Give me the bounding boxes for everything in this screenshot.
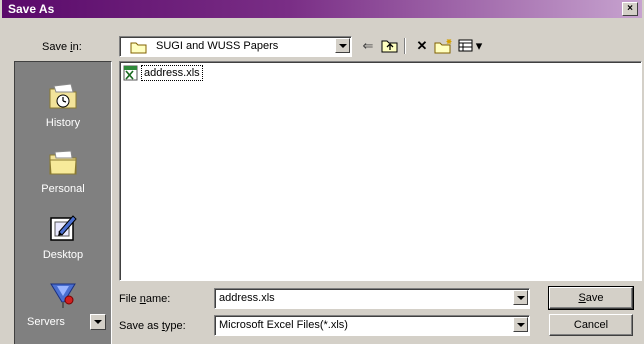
personal-folder-icon — [49, 150, 77, 175]
cancel-button[interactable]: Cancel — [549, 314, 633, 336]
delete-icon: ✕ — [416, 38, 428, 53]
close-icon: × — [627, 3, 633, 14]
save-as-type-value: Microsoft Excel Files(*.xls) — [219, 319, 348, 331]
up-folder-icon — [381, 40, 398, 53]
places-label: Servers — [27, 316, 65, 328]
places-desktop[interactable]: Desktop — [15, 212, 111, 261]
folder-icon — [130, 42, 147, 54]
save-in-value: SUGI and WUSS Papers — [156, 40, 279, 52]
save-in-label: Save in: — [42, 41, 82, 53]
up-one-level-button[interactable] — [380, 37, 400, 55]
views-dropdown-arrow[interactable]: ▾ — [473, 37, 485, 55]
history-icon — [49, 83, 77, 109]
excel-file-icon — [123, 65, 138, 81]
places-label: Personal — [41, 183, 85, 195]
places-label: Desktop — [42, 249, 84, 261]
delete-button[interactable]: ✕ — [412, 37, 432, 55]
file-name-field[interactable]: address.xls — [214, 288, 530, 309]
save-as-type-dropdown[interactable]: Microsoft Excel Files(*.xls) — [214, 315, 530, 336]
save-as-type-label: Save as type: — [119, 320, 186, 332]
save-as-dialog: Save As × Save in: SUGI and WUSS Papers … — [0, 0, 644, 344]
title-bar: Save As × — [2, 0, 642, 18]
dialog-title: Save As — [8, 2, 55, 16]
chevron-down-icon — [94, 320, 102, 324]
close-button[interactable]: × — [622, 2, 638, 16]
places-label: History — [45, 117, 81, 129]
create-new-folder-button[interactable] — [434, 37, 454, 55]
places-servers[interactable] — [15, 278, 111, 315]
places-history[interactable]: History — [15, 80, 111, 129]
file-list[interactable]: address.xls — [119, 61, 642, 281]
places-scroll-down-button[interactable] — [90, 314, 106, 330]
back-icon: ⇐ — [362, 38, 374, 53]
file-name-label: File name: — [119, 293, 171, 305]
save-button[interactable]: Save — [548, 286, 634, 310]
desktop-icon — [50, 215, 77, 241]
chevron-down-icon[interactable] — [335, 38, 350, 53]
chevron-down-icon[interactable] — [513, 290, 528, 305]
chevron-down-icon[interactable] — [513, 317, 528, 332]
chevron-down-icon: ▾ — [475, 38, 483, 53]
file-name-input[interactable]: address.xls — [219, 292, 275, 304]
places-bar: History Personal Desktop Servers — [14, 61, 112, 344]
views-icon — [458, 39, 473, 52]
save-in-dropdown[interactable]: SUGI and WUSS Papers — [119, 36, 352, 57]
file-name: address.xls — [141, 65, 203, 81]
places-personal[interactable]: Personal — [15, 146, 111, 195]
servers-icon — [50, 283, 76, 308]
back-button[interactable]: ⇐ — [358, 37, 378, 55]
toolbar-separator — [404, 38, 406, 54]
new-folder-icon — [434, 39, 452, 54]
